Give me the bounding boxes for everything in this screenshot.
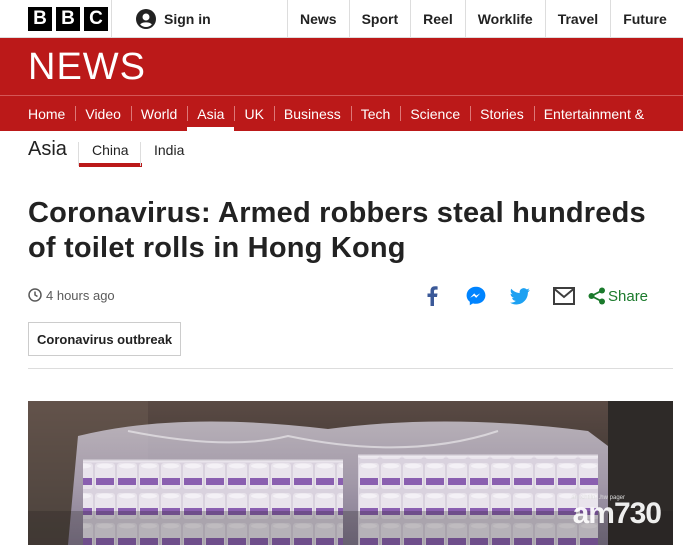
global-header: B B C Sign in News Sport Reel Worklife T… xyxy=(0,0,683,38)
sub-nav: Asia China India xyxy=(0,131,683,169)
article-image: am.chtiln...hw pager am730 xyxy=(28,401,673,545)
messenger-icon[interactable] xyxy=(465,285,487,307)
bbc-logo-letter: B xyxy=(28,7,52,31)
twitter-icon[interactable] xyxy=(509,285,531,307)
sub-nav-india[interactable]: India xyxy=(140,142,197,166)
news-wordmark[interactable]: NEWS xyxy=(28,48,146,86)
article-headline: Coronavirus: Armed robbers steal hundred… xyxy=(28,197,646,264)
email-icon[interactable] xyxy=(553,285,575,307)
section-nav-asia[interactable]: Asia xyxy=(187,96,235,131)
section-nav-video[interactable]: Video xyxy=(75,96,131,131)
share-icon[interactable] xyxy=(588,287,606,305)
global-nav-news[interactable]: News xyxy=(287,0,349,38)
section-nav-science[interactable]: Science xyxy=(400,96,470,131)
global-nav-travel[interactable]: Travel xyxy=(544,0,610,38)
article-meta: 4 hours ago Share xyxy=(28,285,668,307)
share-tools: Share xyxy=(421,285,648,307)
bbc-logo-letter: C xyxy=(84,7,108,31)
signin-link[interactable]: Sign in xyxy=(111,0,287,38)
bbc-logo[interactable]: B B C xyxy=(28,7,108,31)
global-nav-sport[interactable]: Sport xyxy=(348,0,411,38)
global-nav-future[interactable]: Future xyxy=(610,0,679,38)
section-nav-world[interactable]: World xyxy=(130,96,187,131)
section-nav-stories[interactable]: Stories xyxy=(470,96,534,131)
share-button[interactable]: Share xyxy=(608,288,648,305)
news-banner: NEWS xyxy=(0,38,683,95)
sub-nav-title[interactable]: Asia xyxy=(28,138,67,161)
article-timestamp: 4 hours ago xyxy=(46,288,115,303)
section-divider xyxy=(28,368,673,369)
global-nav-reel[interactable]: Reel xyxy=(410,0,465,38)
section-nav-tech[interactable]: Tech xyxy=(350,96,401,131)
bbc-logo-letter: B xyxy=(56,7,80,31)
section-nav-home[interactable]: Home xyxy=(0,96,75,131)
section-nav-business[interactable]: Business xyxy=(273,96,351,131)
global-nav-worklife[interactable]: Worklife xyxy=(464,0,545,38)
section-nav: Home Video World Asia UK Business Tech S… xyxy=(0,95,683,131)
section-nav-uk[interactable]: UK xyxy=(234,96,273,131)
facebook-icon[interactable] xyxy=(421,285,443,307)
signin-label: Sign in xyxy=(164,11,211,27)
am730-watermark: am730 xyxy=(572,497,662,530)
topic-tag[interactable]: Coronavirus outbreak xyxy=(28,322,182,356)
user-icon xyxy=(136,9,156,29)
sub-nav-china[interactable]: China xyxy=(78,142,142,167)
global-nav: News Sport Reel Worklife Travel Future xyxy=(287,0,679,38)
clock-icon xyxy=(28,288,42,302)
section-nav-entertainment[interactable]: Entertainment & xyxy=(533,96,654,131)
